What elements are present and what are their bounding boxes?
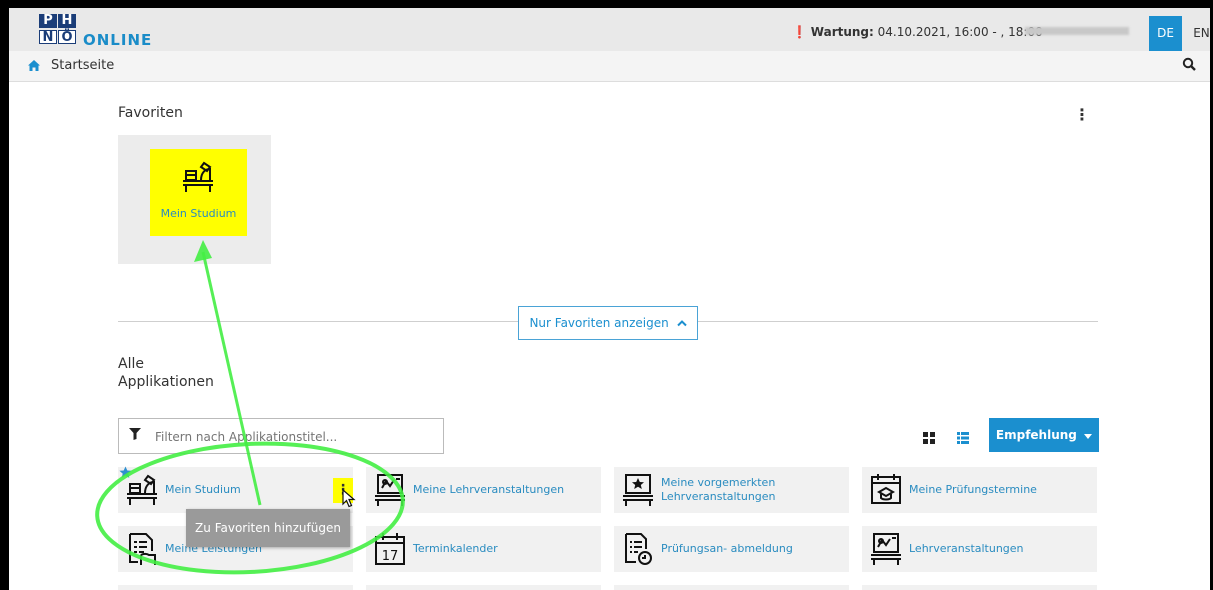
annotation-overlay [95,240,405,575]
annotation-arrow-head [194,240,212,262]
annotation-arrow-line [201,251,262,506]
